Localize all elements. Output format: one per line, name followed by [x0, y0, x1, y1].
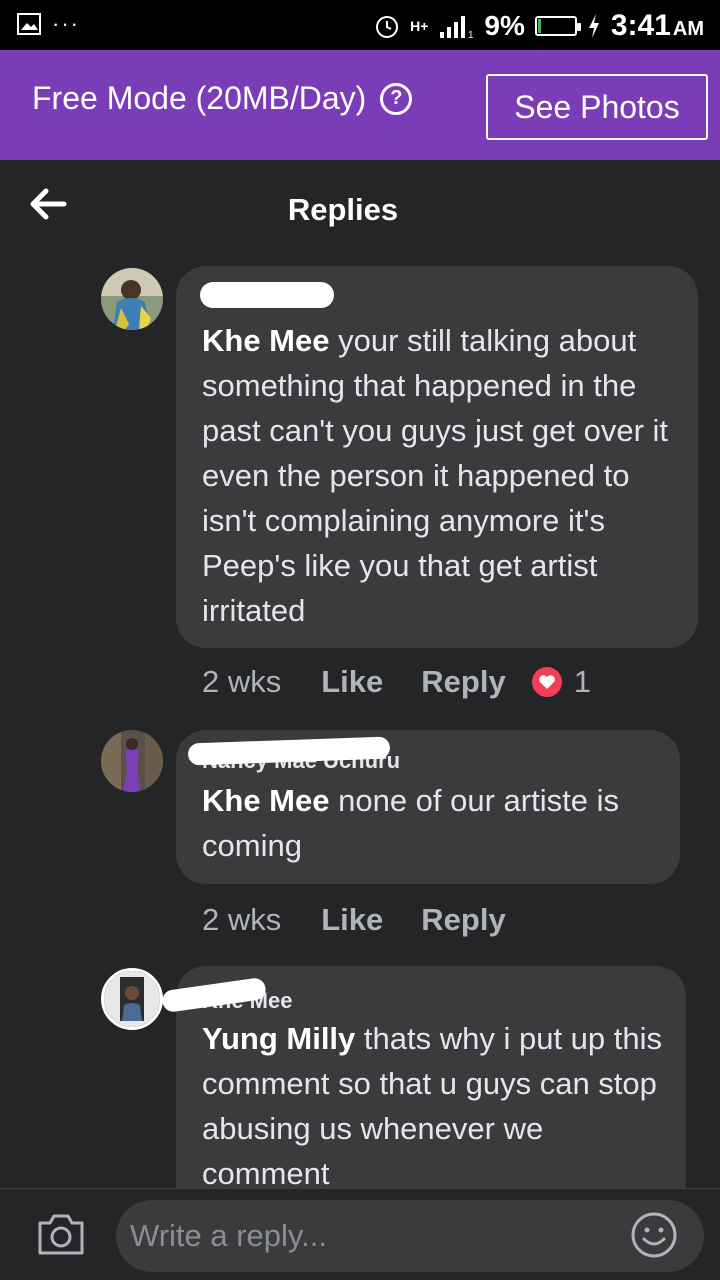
comment-timestamp[interactable]: 2 wks [202, 902, 281, 938]
reply-input[interactable] [116, 1200, 704, 1272]
like-button[interactable]: Like [321, 664, 383, 700]
free-mode-info[interactable]: Free Mode (20MB/Day) ? [32, 80, 413, 117]
gallery-notification-icon [17, 13, 41, 35]
free-mode-label: Free Mode (20MB/Day) [32, 80, 367, 116]
alarm-icon [376, 16, 399, 38]
network-type: H+ [410, 18, 429, 34]
comment-text: Yung Milly thats why i put up this comme… [202, 1016, 664, 1196]
svg-text:1: 1 [468, 30, 474, 38]
charging-icon [588, 14, 599, 38]
avatar[interactable] [101, 268, 163, 330]
status-bar: ··· H+ 1 9% 3:41 AM [0, 0, 720, 50]
emoji-icon[interactable] [630, 1211, 678, 1259]
comment-mention[interactable]: Khe Mee [202, 783, 329, 818]
free-mode-banner: Free Mode (20MB/Day) ? See Photos [0, 50, 720, 160]
comment-bubble[interactable]: Nancy Mae Uchuru Khe Mee none of our art… [176, 730, 680, 884]
page-title: Replies [287, 192, 399, 227]
camera-icon[interactable] [36, 1211, 86, 1257]
avatar[interactable] [101, 968, 163, 1030]
battery-percent: 9% [484, 10, 525, 41]
battery-icon [534, 16, 581, 36]
avatar[interactable] [101, 730, 163, 792]
comment-mention[interactable]: Yung Milly [202, 1021, 355, 1056]
more-notifications-icon: ··· [52, 11, 80, 36]
comment-text: Khe Mee your still talking about somethi… [202, 318, 676, 633]
status-bar-right: H+ 1 9% 3:41 AM [374, 6, 704, 46]
see-photos-button[interactable]: See Photos [486, 74, 708, 140]
reaction-count: 1 [573, 664, 591, 699]
comment-actions: 2 wks Like Reply 1 [202, 664, 591, 700]
help-icon[interactable]: ? [380, 82, 413, 115]
like-button[interactable]: Like [321, 902, 383, 938]
comment-timestamp[interactable]: 2 wks [202, 664, 281, 700]
heart-icon [529, 665, 564, 699]
signal-icon: 1 [440, 16, 474, 38]
status-bar-left: ··· [16, 12, 80, 36]
comment-actions: 2 wks Like Reply [202, 902, 544, 938]
comment-mention[interactable]: Khe Mee [202, 323, 329, 358]
reply-button[interactable]: Reply [421, 902, 505, 938]
reply-button[interactable]: Reply [421, 664, 505, 700]
reply-composer [0, 1188, 720, 1280]
comment-body: your still talking about something that … [202, 323, 668, 628]
comment-text: Khe Mee none of our artiste is coming [202, 778, 658, 868]
comment-bubble[interactable]: Khe Mee your still talking about somethi… [176, 266, 698, 648]
reaction-summary[interactable]: 1 [529, 664, 591, 700]
comment-bubble[interactable]: Khe Mee Yung Milly thats why i put up th… [160, 966, 686, 1226]
clock-ampm: AM [672, 18, 704, 40]
clock-time: 3:41 [610, 9, 671, 42]
redacted-author-name [200, 282, 334, 308]
replies-header: Replies [0, 160, 720, 250]
